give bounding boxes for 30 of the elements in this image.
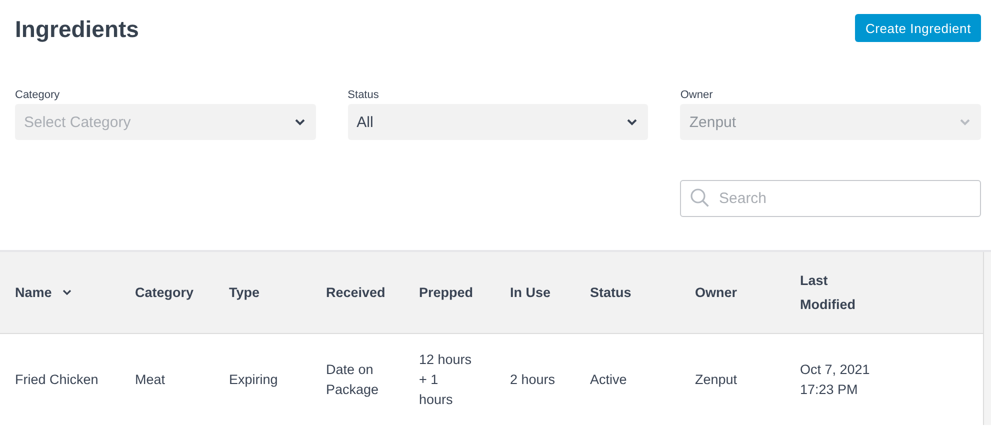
table-cell-text: Zenput: [695, 370, 738, 389]
page-title: Ingredients: [15, 16, 139, 43]
search-icon: [690, 188, 710, 208]
table-cell-text: 2 hours: [510, 370, 556, 388]
scrollbar[interactable]: [983, 252, 991, 425]
filter-label: Status: [348, 89, 379, 101]
table-cell-text: Expiring: [229, 370, 278, 389]
column-header[interactable]: Prepped: [419, 280, 474, 304]
chevron-down-icon: [959, 118, 972, 126]
column-header[interactable]: Name: [15, 280, 72, 304]
chevron-down-icon: [626, 118, 638, 126]
column-header[interactable]: Last Modified: [800, 268, 870, 316]
column-header[interactable]: Received: [326, 280, 386, 304]
column-header[interactable]: In Use: [510, 280, 551, 304]
column-header[interactable]: Category: [135, 280, 194, 304]
table-cell-text: 12 hours + 1 hours: [419, 350, 473, 408]
table-cell-text: Meat: [135, 370, 166, 388]
search-field[interactable]: Search: [680, 180, 981, 217]
chevron-down-icon: [294, 118, 306, 126]
dropdown-field[interactable]: All: [348, 104, 648, 140]
table-cell-text: Fried Chicken: [15, 370, 98, 388]
column-header[interactable]: Status: [590, 280, 632, 304]
sort-chevron-icon: [62, 289, 72, 296]
table-cell-text: Date on Package: [326, 360, 380, 399]
filter-label: Category: [15, 89, 60, 101]
filter-label: Owner: [680, 89, 713, 101]
column-header[interactable]: Owner: [695, 280, 738, 304]
column-header[interactable]: Type: [229, 280, 260, 304]
table-cell-text: Oct 7, 2021 17:23 PM: [800, 360, 871, 398]
table-cell-text: Active: [590, 370, 627, 388]
